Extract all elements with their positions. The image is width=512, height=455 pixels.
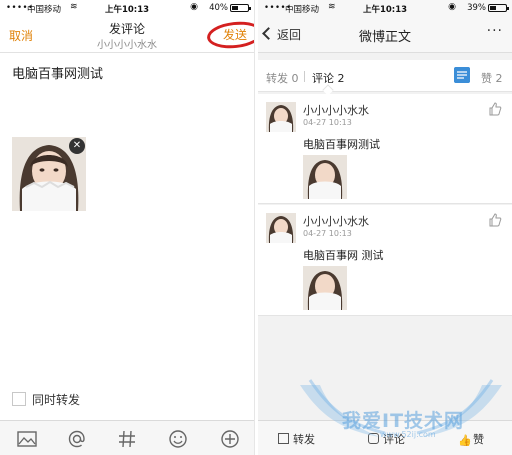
battery-percent: 40% [209,3,228,13]
more-button[interactable]: ··· [487,23,503,39]
compose-toolbar [0,420,254,455]
comment-photo[interactable] [303,266,347,310]
tab-repost[interactable]: 转发 0 [266,70,299,86]
thumbs-up-icon[interactable] [488,102,502,116]
detail-tabs: 转发 0 评论 2 赞 2 [258,60,512,96]
orientation-lock-icon: ◉ [190,2,198,12]
watermark-text: 我爱IT技术网 [342,410,465,432]
thumbs-up-icon: 👍 [458,434,472,447]
comment-input[interactable]: 电脑百事网测试 [12,63,103,82]
compose-comment-screen: ••••• 中国移动 ≋ 上午10:13 ◉ 40% 取消 发评论 小小小小水水… [0,0,254,455]
battery-percent: 39% [467,3,486,13]
avatar[interactable] [266,213,296,243]
repost-button[interactable]: 转发 [278,431,315,447]
mention-icon[interactable] [66,428,88,450]
nav-bar: 返回 微博正文 ··· [258,17,512,53]
image-icon[interactable] [16,428,38,450]
comment-icon [368,433,379,444]
comment-item: 小小小小水水 04-27 10:13 电脑百事网测试 [258,94,512,204]
comment-text: 电脑百事网测试 [303,138,380,151]
app-badge-icon [454,67,470,83]
page-title: 微博正文 [358,30,411,45]
edit-icon [278,433,289,444]
like-label: 赞 [473,433,484,446]
comment-author[interactable]: 小小小小水水 [303,102,369,118]
orientation-lock-icon: ◉ [448,2,456,12]
like-button[interactable]: 👍赞 [458,431,484,447]
watermark-url: www.52ij.com [380,430,436,439]
remove-photo-icon[interactable]: ✕ [69,138,85,154]
weibo-detail-screen: ••••• 中国移动 ≋ 上午10:13 ◉ 39% 返回 微博正文 ··· 转… [258,0,512,455]
tab-separator [304,71,305,82]
tab-like[interactable]: 赞 2 [481,70,503,86]
comment-time: 04-27 10:13 [303,229,352,238]
repost-label: 同时转发 [32,393,81,407]
comment-author[interactable]: 小小小小水水 [303,213,369,229]
avatar[interactable] [266,102,296,132]
thumbs-up-icon[interactable] [488,213,502,227]
emoji-icon[interactable] [167,428,189,450]
comment-text: 电脑百事网 测试 [303,249,384,262]
add-icon[interactable] [219,428,241,450]
comment-item: 小小小小水水 04-27 10:13 电脑百事网 测试 [258,205,512,316]
status-bar: ••••• 中国移动 ≋ 上午10:13 ◉ 39% [258,0,512,17]
repost-label: 转发 [293,433,315,446]
battery-icon [230,4,251,12]
repost-checkbox[interactable] [12,392,26,406]
battery-icon [488,4,509,12]
comment-time: 04-27 10:13 [303,118,352,127]
comment-photo[interactable] [303,155,347,199]
hashtag-icon[interactable] [116,428,138,450]
status-bar: ••••• 中国移动 ≋ 上午10:13 ◉ 40% [0,0,254,17]
